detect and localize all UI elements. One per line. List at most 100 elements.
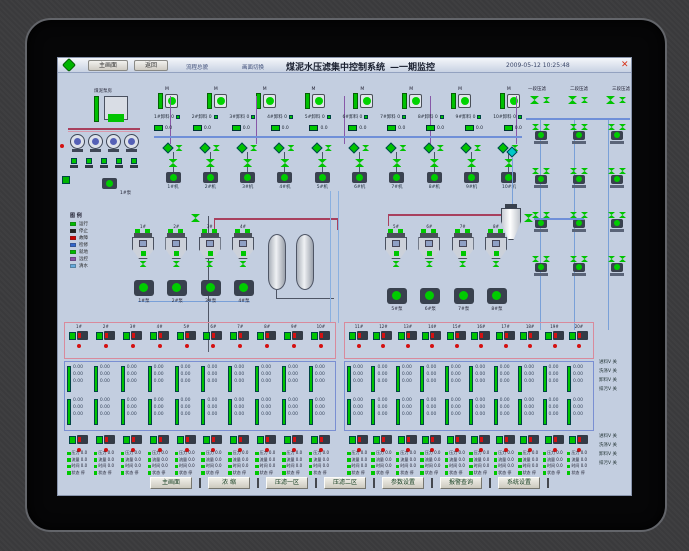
filter-hopper[interactable]: 3# — [198, 224, 221, 267]
filter-hopper[interactable]: 5# — [385, 224, 407, 267]
valve-icon[interactable] — [429, 159, 439, 167]
agitator-unit[interactable]: M — [158, 87, 178, 110]
right-valve-pair[interactable] — [530, 96, 550, 104]
agitator-unit[interactable]: M — [353, 87, 374, 110]
feed-pump[interactable]: 1#泵 — [134, 280, 154, 304]
station-valve-2[interactable] — [85, 158, 93, 168]
press-unit-cell[interactable]: 10# — [309, 324, 333, 348]
press-unit-cell[interactable]: 8# — [255, 324, 279, 348]
slurry-pump-2[interactable] — [88, 134, 104, 154]
press-column[interactable]: 9#机 — [455, 142, 489, 190]
feed-pump[interactable]: 7#泵 — [453, 288, 474, 312]
press-pump-icon[interactable] — [202, 172, 218, 183]
press-unit-cell[interactable]: 13# — [396, 324, 420, 348]
diamond-valve-icon[interactable] — [273, 142, 286, 154]
slurry-pump-3[interactable] — [106, 134, 122, 154]
diamond-valve-icon[interactable] — [199, 142, 211, 154]
filter-hopper[interactable]: 1# — [132, 224, 154, 267]
agitator-unit[interactable]: M — [304, 87, 325, 110]
press-unit-cell[interactable]: 9# — [282, 324, 306, 348]
agitator-unit[interactable]: M — [206, 87, 227, 110]
diamond-valve-icon[interactable] — [460, 142, 472, 154]
press-unit-cell[interactable]: 19# — [543, 324, 567, 348]
nav-button[interactable]: 浓 缩 — [208, 477, 250, 489]
press-column[interactable]: 4#机 — [268, 142, 302, 190]
press-unit-cell[interactable]: 2# — [94, 324, 118, 348]
valve-icon[interactable] — [243, 159, 253, 167]
filter-hopper[interactable]: 6# — [418, 224, 441, 267]
home-diamond-icon[interactable] — [61, 58, 77, 73]
nav-button[interactable]: 系统设置 — [498, 477, 540, 489]
right-mini-unit-4[interactable] — [528, 256, 554, 292]
station-valve-3[interactable] — [100, 158, 108, 168]
small-valve-icon[interactable] — [362, 145, 370, 151]
feed-pump[interactable]: 8#泵 — [486, 288, 507, 312]
station-valve-4[interactable] — [115, 158, 123, 168]
diamond-valve-icon[interactable] — [311, 142, 323, 154]
press-unit-cell[interactable]: 5# — [175, 324, 199, 348]
small-valve-icon[interactable] — [287, 145, 295, 151]
press-unit-cell[interactable]: 4# — [148, 324, 172, 348]
station-aux-pump[interactable] — [102, 178, 117, 189]
right-mini-unit-3[interactable] — [604, 212, 630, 248]
station-valve-5[interactable] — [130, 158, 138, 168]
diamond-valve-icon[interactable] — [423, 142, 435, 154]
press-pump-icon[interactable] — [389, 172, 405, 183]
press-unit-cell[interactable]: 3# — [121, 324, 145, 348]
press-column[interactable]: 6#机 — [343, 142, 377, 190]
right-mini-unit-2[interactable] — [528, 168, 554, 204]
nav-button[interactable]: 报警查询 — [440, 477, 482, 489]
small-valve-icon[interactable] — [324, 145, 332, 151]
valve-icon[interactable] — [355, 159, 365, 167]
right-mini-unit-1[interactable] — [566, 124, 592, 160]
right-mini-unit-1[interactable] — [604, 124, 630, 160]
press-unit-cell[interactable]: 11# — [347, 324, 371, 348]
press-column[interactable]: 1#机 — [156, 142, 190, 190]
filter-hopper[interactable]: 4# — [231, 224, 254, 267]
filter-hopper[interactable]: 8# — [484, 224, 507, 267]
station-valve-1[interactable] — [70, 158, 78, 168]
press-unit-cell[interactable]: 6# — [201, 324, 225, 348]
press-column[interactable]: 7#机 — [380, 142, 414, 190]
press-unit-cell[interactable]: 12# — [371, 324, 395, 348]
press-column[interactable]: 5#机 — [305, 142, 339, 190]
valve-icon[interactable] — [317, 159, 327, 167]
press-column[interactable]: 2#机 — [193, 142, 227, 190]
valve-icon[interactable] — [168, 159, 178, 167]
nav-button[interactable]: 参数设置 — [382, 477, 424, 489]
press-unit-cell[interactable]: 18# — [518, 324, 542, 348]
press-unit-cell[interactable]: 14# — [420, 324, 444, 348]
press-pump-icon[interactable] — [426, 172, 442, 183]
feed-pump[interactable]: 6#泵 — [420, 288, 441, 312]
press-pump-icon[interactable] — [464, 172, 480, 183]
agitator-unit[interactable]: M — [402, 87, 423, 110]
valve-icon[interactable] — [280, 159, 290, 167]
diamond-valve-icon[interactable] — [161, 142, 174, 154]
air-vessel-2[interactable] — [296, 234, 314, 290]
filter-hopper[interactable]: 7# — [451, 224, 474, 267]
diamond-valve-icon[interactable] — [348, 142, 360, 154]
feed-pump[interactable]: 3#泵 — [200, 280, 221, 304]
valve-icon[interactable] — [392, 159, 402, 167]
nav-button[interactable]: 主画面 — [150, 477, 192, 489]
slurry-pump-1[interactable] — [70, 134, 86, 154]
right-mini-unit-2[interactable] — [604, 168, 630, 204]
press-pump-icon[interactable] — [501, 172, 517, 183]
press-pump-icon[interactable] — [165, 172, 181, 183]
valve-icon[interactable] — [467, 159, 477, 167]
close-icon[interactable]: ✕ — [621, 60, 629, 70]
right-valve-pair[interactable] — [606, 96, 626, 104]
right-mini-unit-1[interactable] — [528, 124, 554, 160]
mid-left-header-valve[interactable] — [191, 214, 200, 222]
press-unit-cell[interactable]: 20# — [567, 324, 591, 348]
press-column[interactable]: 8#机 — [417, 142, 451, 190]
small-valve-icon[interactable] — [250, 145, 258, 151]
valve-icon[interactable] — [205, 159, 215, 167]
press-pump-icon[interactable] — [277, 172, 293, 183]
press-column[interactable]: 3#机 — [231, 142, 265, 190]
small-valve-icon[interactable] — [212, 145, 220, 151]
press-unit-cell[interactable]: 15# — [445, 324, 469, 348]
feed-pump[interactable]: 2#泵 — [167, 280, 188, 304]
nav-button[interactable]: 压滤二区 — [324, 477, 366, 489]
small-valve-icon[interactable] — [175, 145, 183, 151]
